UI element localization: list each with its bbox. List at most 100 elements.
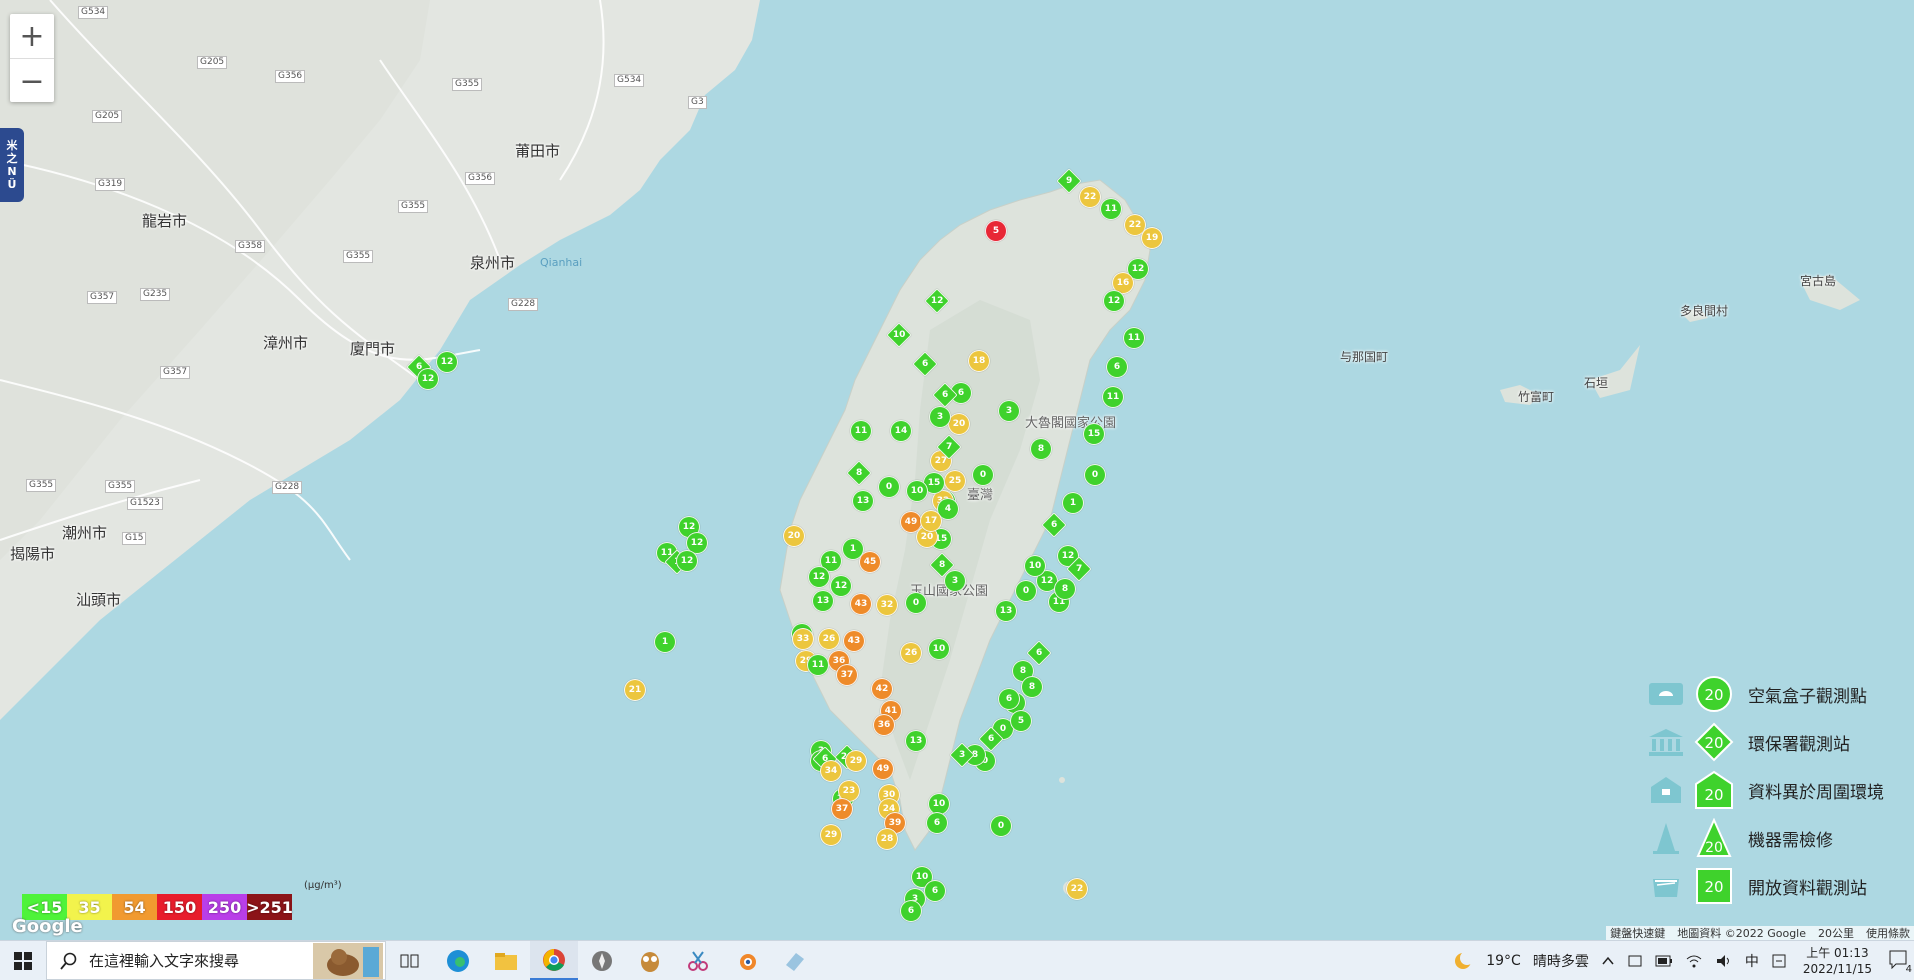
sensor-marker[interactable]: 13: [905, 730, 927, 752]
sensor-marker[interactable]: 12: [676, 550, 698, 572]
sensor-marker[interactable]: 17: [920, 510, 942, 532]
sensor-marker[interactable]: 42: [871, 678, 893, 700]
sensor-marker[interactable]: 21: [624, 679, 646, 701]
app-button-eraser[interactable]: [770, 941, 818, 980]
sensor-marker[interactable]: 43: [850, 593, 872, 615]
sensor-marker[interactable]: 22: [1079, 186, 1101, 208]
app-button-blender[interactable]: [722, 941, 770, 980]
taskbar-search-box[interactable]: 在這裡輸入文字來搜尋: [46, 941, 386, 980]
sensor-marker[interactable]: 6: [1106, 356, 1128, 378]
sensor-marker[interactable]: 1: [1062, 492, 1084, 514]
map-canvas[interactable]: 莆田市 龍岩市 泉州市 漳州市 廈門市 潮州市 揭陽市 汕頭市 宮古島 多良間村 与那国町 竹富町 石垣…: [0, 0, 1914, 940]
sensor-marker[interactable]: 8: [1054, 578, 1076, 600]
sensor-marker[interactable]: 12: [417, 368, 439, 390]
input-mode-icon[interactable]: [1771, 953, 1787, 969]
sensor-marker[interactable]: 0: [905, 592, 927, 614]
sensor-marker[interactable]: 6: [926, 812, 948, 834]
weather-temperature[interactable]: 19°C: [1486, 953, 1521, 969]
sensor-marker[interactable]: 5: [985, 220, 1007, 242]
meet-now-icon[interactable]: [1627, 953, 1643, 969]
sensor-marker[interactable]: 11: [850, 420, 872, 442]
notification-center-button[interactable]: 4: [1888, 949, 1912, 975]
sensor-marker[interactable]: 10: [1024, 555, 1046, 577]
sensor-marker[interactable]: 10: [928, 638, 950, 660]
sensor-marker[interactable]: 0: [878, 476, 900, 498]
sensor-marker[interactable]: 13: [812, 590, 834, 612]
sensor-marker[interactable]: 34: [820, 760, 842, 782]
sensor-marker[interactable]: 37: [836, 664, 858, 686]
chevron-up-icon[interactable]: [1601, 954, 1615, 968]
sensor-marker[interactable]: 15: [1083, 423, 1105, 445]
sensor-marker[interactable]: 0: [1015, 580, 1037, 602]
sensor-marker[interactable]: 28: [876, 828, 898, 850]
sensor-marker[interactable]: 20: [783, 525, 805, 547]
sensor-marker[interactable]: 18: [968, 350, 990, 372]
weather-description[interactable]: 晴時多雲: [1533, 951, 1589, 971]
sensor-marker[interactable]: 11: [1102, 386, 1124, 408]
zoom-in-button[interactable]: +: [10, 14, 54, 59]
sensor-marker[interactable]: 19: [1141, 227, 1163, 249]
sensor-marker[interactable]: 0: [972, 464, 994, 486]
sensor-marker[interactable]: 33: [792, 628, 814, 650]
sensor-marker[interactable]: 36: [873, 714, 895, 736]
chrome-button[interactable]: [530, 941, 578, 980]
sensor-marker[interactable]: 12: [436, 351, 458, 373]
sensor-marker[interactable]: 11: [1100, 198, 1122, 220]
taskbar-clock[interactable]: 上午 01:13 2022/11/15: [1803, 945, 1872, 977]
legend-label: 開放資料觀測站: [1748, 878, 1867, 899]
battery-icon[interactable]: [1655, 954, 1673, 968]
sensor-marker[interactable]: 37: [831, 798, 853, 820]
sensor-marker[interactable]: 26: [900, 642, 922, 664]
side-panel-tab[interactable]: 米 之 N Ü: [0, 128, 24, 202]
sensor-marker[interactable]: 8: [1030, 438, 1052, 460]
app-button-snip[interactable]: [674, 941, 722, 980]
sensor-marker[interactable]: 11: [807, 654, 829, 676]
sensor-marker[interactable]: 3: [929, 406, 951, 428]
edge-button[interactable]: [434, 941, 482, 980]
sensor-marker[interactable]: 22: [1066, 878, 1088, 900]
legend-badge-value: 20: [1704, 786, 1723, 804]
sensor-marker[interactable]: 6: [924, 880, 946, 902]
sensor-marker[interactable]: 49: [872, 758, 894, 780]
sensor-marker[interactable]: 12: [830, 575, 852, 597]
sensor-marker[interactable]: 1: [842, 538, 864, 560]
sensor-marker[interactable]: 12: [808, 566, 830, 588]
sensor-marker[interactable]: 29: [845, 750, 867, 772]
app-button-compass[interactable]: [578, 941, 626, 980]
sensor-marker[interactable]: 13: [852, 490, 874, 512]
file-explorer-button[interactable]: [482, 941, 530, 980]
keyboard-shortcuts-link[interactable]: 鍵盤快速鍵: [1610, 925, 1665, 940]
sensor-marker[interactable]: 13: [995, 600, 1017, 622]
aqi-scale-item: 54: [112, 894, 157, 920]
sensor-marker[interactable]: 8: [1021, 676, 1043, 698]
sensor-marker[interactable]: 10: [906, 480, 928, 502]
sensor-marker[interactable]: 14: [890, 420, 912, 442]
task-view-button[interactable]: [386, 941, 434, 980]
sensor-marker[interactable]: 12: [1103, 290, 1125, 312]
sensor-marker[interactable]: 29: [820, 824, 842, 846]
sensor-marker[interactable]: 0: [1084, 464, 1106, 486]
volume-icon[interactable]: [1715, 953, 1733, 969]
app-button-owl[interactable]: [626, 941, 674, 980]
sensor-marker[interactable]: 32: [876, 594, 898, 616]
start-button[interactable]: [0, 941, 46, 980]
windows-logo-icon: [14, 951, 32, 970]
sensor-marker[interactable]: 11: [1123, 327, 1145, 349]
zoom-out-button[interactable]: −: [10, 59, 54, 103]
sensor-marker[interactable]: 3: [998, 400, 1020, 422]
sensor-marker[interactable]: 6: [998, 688, 1020, 710]
scale-bar[interactable]: 20公里: [1818, 925, 1854, 940]
wifi-icon[interactable]: [1685, 953, 1703, 969]
sensor-marker[interactable]: 6: [900, 900, 922, 922]
sensor-marker[interactable]: 0: [990, 815, 1012, 837]
sensor-marker[interactable]: 3: [944, 570, 966, 592]
sensor-marker[interactable]: 43: [843, 630, 865, 652]
sensor-marker[interactable]: 5: [1010, 710, 1032, 732]
edge-icon: [447, 949, 469, 972]
sensor-marker[interactable]: 26: [818, 628, 840, 650]
ime-indicator[interactable]: 中: [1745, 951, 1759, 971]
sensor-marker[interactable]: 25: [944, 470, 966, 492]
terms-link[interactable]: 使用條款: [1866, 925, 1910, 940]
sensor-marker[interactable]: 20: [948, 413, 970, 435]
sensor-marker[interactable]: 1: [654, 631, 676, 653]
